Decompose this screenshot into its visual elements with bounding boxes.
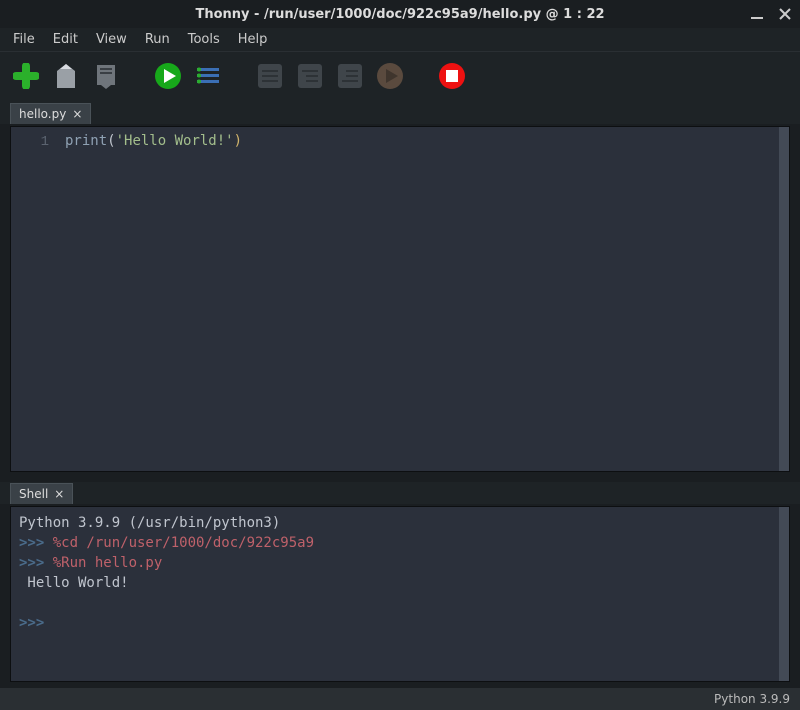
shell-tab-label: Shell bbox=[19, 487, 48, 501]
step-out-button[interactable] bbox=[334, 60, 366, 92]
shell-prompt: >>> bbox=[19, 615, 53, 631]
code-area[interactable]: print('Hello World!') bbox=[59, 127, 789, 471]
line-number-gutter: 1 bbox=[11, 127, 59, 471]
shell-output: Hello World! bbox=[19, 573, 781, 593]
step-out-icon bbox=[336, 62, 364, 90]
close-button[interactable] bbox=[776, 5, 794, 23]
shell-prompt: >>> bbox=[19, 535, 53, 551]
save-icon bbox=[94, 63, 118, 89]
editor-scrollbar[interactable] bbox=[779, 127, 789, 471]
open-icon bbox=[54, 63, 78, 89]
run-button[interactable] bbox=[152, 60, 184, 92]
line-number: 1 bbox=[11, 133, 49, 151]
shell-tab[interactable]: Shell × bbox=[10, 483, 73, 504]
open-file-button[interactable] bbox=[50, 60, 82, 92]
status-bar: Python 3.9.9 bbox=[0, 688, 800, 710]
menu-run[interactable]: Run bbox=[138, 30, 177, 49]
window-title: Thonny - /run/user/1000/doc/922c95a9/hel… bbox=[195, 7, 604, 22]
menu-bar: File Edit View Run Tools Help bbox=[0, 28, 800, 52]
editor-tab-bar: hello.py × bbox=[0, 100, 800, 124]
step-into-icon bbox=[296, 62, 324, 90]
shell-command: %cd /run/user/1000/doc/922c95a9 bbox=[53, 535, 314, 551]
menu-tools[interactable]: Tools bbox=[181, 30, 227, 49]
new-file-button[interactable] bbox=[10, 60, 42, 92]
stop-button[interactable] bbox=[436, 60, 468, 92]
shell-command: %Run hello.py bbox=[53, 555, 163, 571]
step-into-button[interactable] bbox=[294, 60, 326, 92]
editor-tab-label: hello.py bbox=[19, 107, 66, 121]
shell-tab-close[interactable]: × bbox=[54, 487, 64, 501]
debug-icon bbox=[194, 62, 222, 90]
shell-prompt: >>> bbox=[19, 555, 53, 571]
menu-view[interactable]: View bbox=[89, 30, 134, 49]
toolbar bbox=[0, 52, 800, 100]
minimize-button[interactable] bbox=[748, 5, 766, 23]
token-lparen: ( bbox=[107, 133, 115, 149]
shell-tab-bar: Shell × bbox=[0, 482, 800, 504]
editor: 1 print('Hello World!') bbox=[10, 126, 790, 472]
resume-button[interactable] bbox=[374, 60, 406, 92]
shell-blank bbox=[19, 593, 781, 613]
play-icon bbox=[154, 62, 182, 90]
shell[interactable]: Python 3.9.9 (/usr/bin/python3) >>> %cd … bbox=[10, 506, 790, 682]
editor-tab-close[interactable]: × bbox=[72, 107, 82, 121]
debug-button[interactable] bbox=[192, 60, 224, 92]
menu-file[interactable]: File bbox=[6, 30, 42, 49]
shell-scrollbar[interactable] bbox=[779, 507, 789, 681]
resume-icon bbox=[376, 62, 404, 90]
token-string: 'Hello World!' bbox=[116, 133, 234, 149]
stop-icon bbox=[438, 62, 466, 90]
save-button[interactable] bbox=[90, 60, 122, 92]
shell-banner: Python 3.9.9 (/usr/bin/python3) bbox=[19, 513, 781, 533]
step-over-icon bbox=[256, 62, 284, 90]
token-function: print bbox=[65, 133, 107, 149]
token-rparen: ) bbox=[234, 133, 242, 149]
menu-help[interactable]: Help bbox=[231, 30, 275, 49]
plus-icon bbox=[13, 63, 39, 89]
step-over-button[interactable] bbox=[254, 60, 286, 92]
menu-edit[interactable]: Edit bbox=[46, 30, 85, 49]
editor-tab[interactable]: hello.py × bbox=[10, 103, 91, 124]
title-bar: Thonny - /run/user/1000/doc/922c95a9/hel… bbox=[0, 0, 800, 28]
